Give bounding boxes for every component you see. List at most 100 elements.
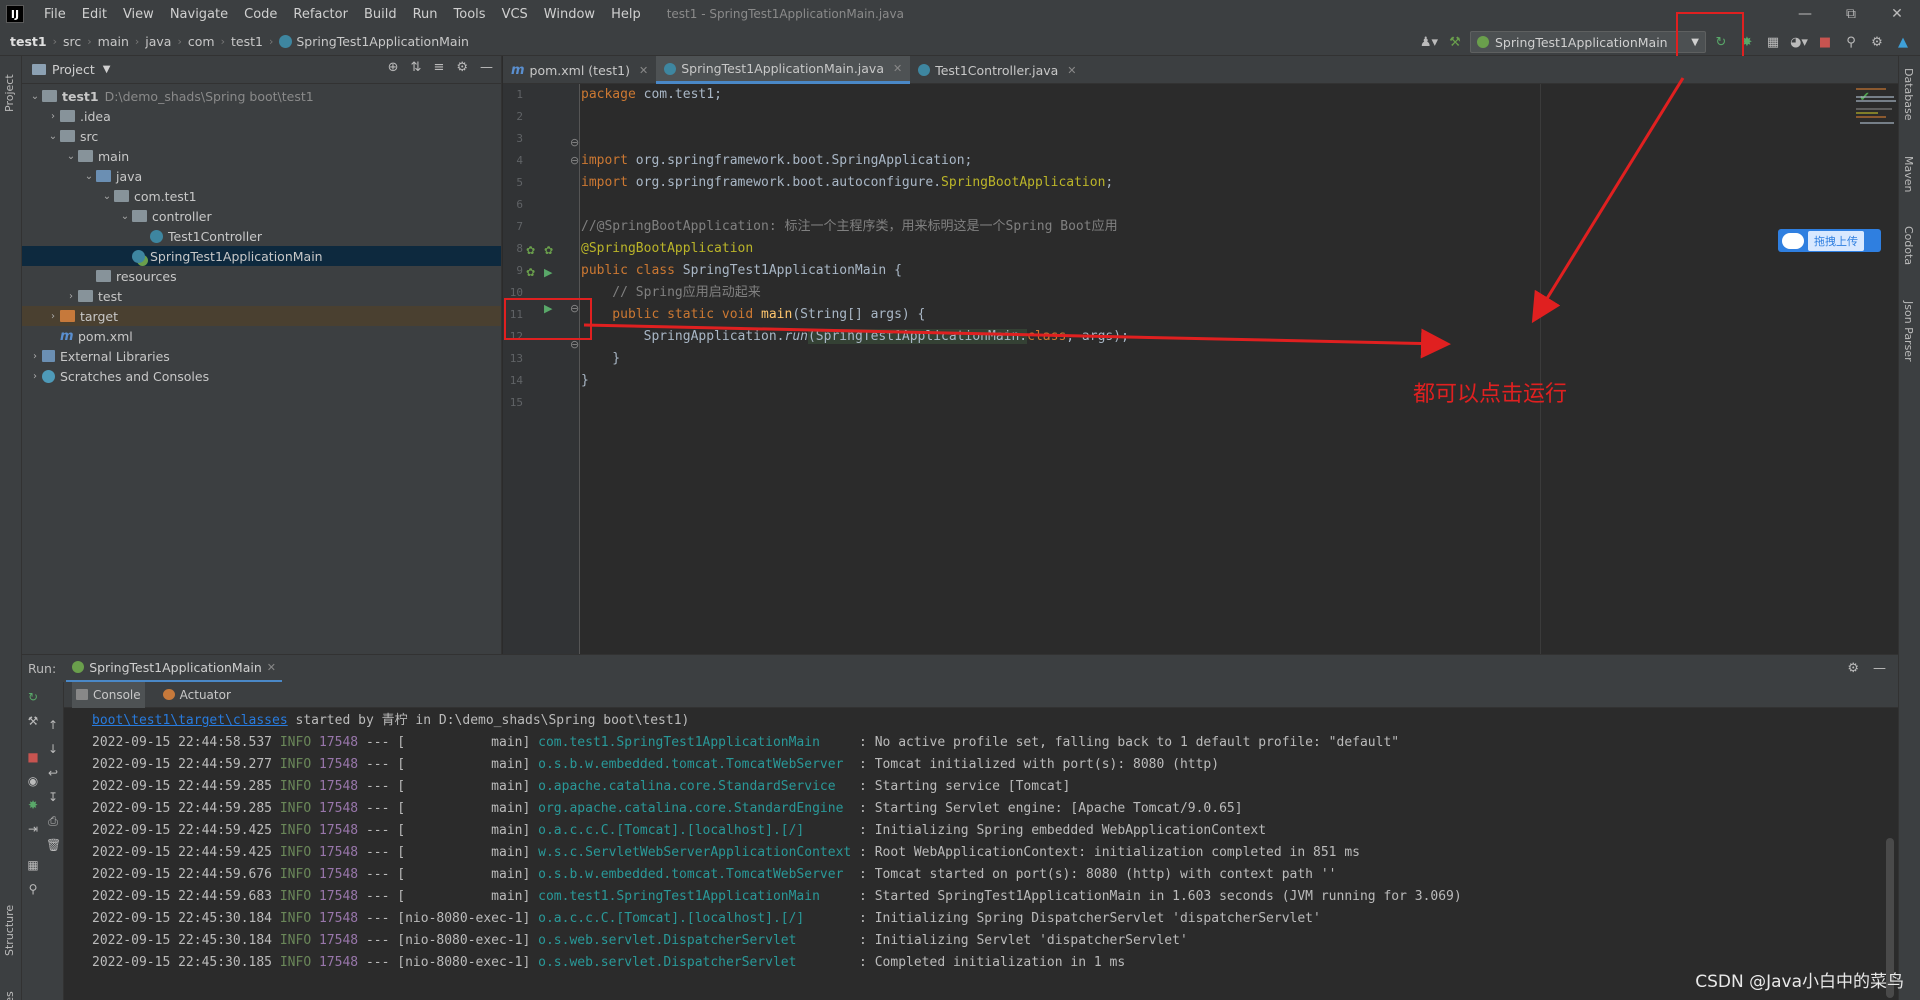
- run-class-icon[interactable]: ▶: [544, 266, 552, 279]
- menu-navigate[interactable]: Navigate: [162, 7, 236, 22]
- wrench-icon[interactable]: ⚒: [26, 714, 40, 728]
- tree-item[interactable]: m pom.xml: [22, 326, 501, 346]
- profile-icon[interactable]: ◕▾: [1788, 31, 1810, 53]
- debug-bug-icon[interactable]: ✸: [26, 798, 40, 812]
- spring-config-icon[interactable]: ✿: [526, 266, 535, 279]
- coverage-icon[interactable]: ▦: [1762, 31, 1784, 53]
- close-icon[interactable]: ✕: [267, 661, 276, 674]
- minimize-icon[interactable]: —: [1782, 0, 1828, 28]
- breadcrumb-item[interactable]: test1: [231, 34, 263, 49]
- camera-icon[interactable]: ◉: [26, 774, 40, 788]
- tab-test1-controller[interactable]: Test1Controller.java ✕: [910, 56, 1084, 84]
- restore-icon[interactable]: ⧉: [1828, 0, 1874, 28]
- tab-spring-main[interactable]: SpringTest1ApplicationMain.java ✕: [656, 56, 911, 84]
- rerun-icon[interactable]: ↻: [26, 690, 40, 704]
- expand-all-icon[interactable]: ⇅: [411, 60, 422, 75]
- stop-icon[interactable]: ■: [26, 750, 40, 764]
- hide-icon[interactable]: —: [480, 60, 493, 75]
- tree-item[interactable]: › target: [22, 306, 501, 326]
- tree-item[interactable]: › Scratches and Consoles: [22, 366, 501, 386]
- breadcrumb-item[interactable]: com: [188, 34, 215, 49]
- locate-icon[interactable]: ⊕: [388, 60, 399, 75]
- chevron-down-icon[interactable]: ⌄: [100, 191, 114, 202]
- tree-item[interactable]: Test1Controller: [22, 226, 501, 246]
- menu-view[interactable]: View: [115, 7, 162, 22]
- breadcrumb-item[interactable]: test1: [10, 34, 47, 49]
- fold-icon[interactable]: ⊖: [570, 136, 579, 149]
- console-output[interactable]: boot\test1\target\classes started by 青柠 …: [64, 708, 1898, 1000]
- chevron-down-icon[interactable]: ▼: [103, 64, 111, 75]
- gear-icon[interactable]: ⚙: [1847, 661, 1859, 676]
- chevron-right-icon[interactable]: ›: [28, 351, 42, 362]
- pin-icon[interactable]: ⚲: [26, 882, 40, 896]
- chevron-right-icon[interactable]: ›: [28, 371, 42, 382]
- tree-item[interactable]: ⌄ controller: [22, 206, 501, 226]
- project-panel-title[interactable]: Project: [52, 62, 95, 77]
- menu-tools[interactable]: Tools: [446, 7, 494, 22]
- chevron-right-icon[interactable]: ›: [64, 291, 78, 302]
- search-icon[interactable]: ⚲: [1840, 31, 1862, 53]
- menu-window[interactable]: Window: [536, 7, 603, 22]
- breadcrumb-item[interactable]: java: [145, 34, 171, 49]
- code-area[interactable]: package com.test1; import org.springfram…: [581, 84, 1881, 654]
- run-configuration-select[interactable]: SpringTest1ApplicationMain ▼: [1470, 31, 1706, 53]
- chevron-down-icon[interactable]: ⌄: [28, 91, 42, 102]
- spring-bean-icon[interactable]: ✿: [526, 244, 535, 257]
- build-hammer-icon[interactable]: ⚒: [1444, 31, 1466, 53]
- maven-tool-tab[interactable]: Maven: [1902, 156, 1915, 192]
- tab-actuator[interactable]: Actuator: [159, 682, 235, 708]
- code-editor[interactable]: 1 2 3 4 5 6 7 8 9 10 11 12 13 14 15 ✿ ✿ ✿ ▶ ▶ ⊖ ⊖ ⊖ ⊖ …: [503, 84, 1898, 654]
- menu-run[interactable]: Run: [405, 7, 446, 22]
- soft-wrap-icon[interactable]: ↩: [46, 766, 60, 780]
- gear-icon[interactable]: ⚙: [1866, 31, 1888, 53]
- tree-item[interactable]: ⌄ main: [22, 146, 501, 166]
- database-tool-tab[interactable]: Database: [1902, 68, 1915, 121]
- tree-item[interactable]: ⌄ com.test1: [22, 186, 501, 206]
- close-icon[interactable]: ✕: [1067, 64, 1076, 77]
- breadcrumb-item[interactable]: SpringTest1ApplicationMain: [296, 34, 469, 49]
- trash-icon[interactable]: 🗑: [46, 838, 61, 852]
- plugin-icon[interactable]: ▲: [1892, 31, 1914, 53]
- classpath-link[interactable]: boot\test1\target\classes: [92, 713, 288, 728]
- tree-item[interactable]: › test: [22, 286, 501, 306]
- tab-console[interactable]: Console: [72, 681, 145, 708]
- menu-refactor[interactable]: Refactor: [285, 7, 356, 22]
- tree-item[interactable]: › .idea: [22, 106, 501, 126]
- tree-item[interactable]: ⌄ java: [22, 166, 501, 186]
- chevron-down-icon[interactable]: ⌄: [118, 211, 132, 222]
- menu-file[interactable]: File: [36, 7, 74, 22]
- close-icon[interactable]: ✕: [893, 62, 902, 75]
- print-icon[interactable]: ⎙: [46, 814, 60, 828]
- run-tab-spring-main[interactable]: SpringTest1ApplicationMain ✕: [66, 655, 282, 683]
- menu-vcs[interactable]: VCS: [494, 7, 536, 22]
- structure-tool-tab[interactable]: Structure: [3, 905, 16, 956]
- hide-icon[interactable]: —: [1873, 661, 1886, 676]
- layout-icon[interactable]: ▦: [26, 858, 40, 872]
- gear-icon[interactable]: ⚙: [456, 60, 468, 75]
- baidu-upload-widget[interactable]: 拖拽上传: [1778, 229, 1881, 252]
- breadcrumb-item[interactable]: src: [63, 34, 81, 49]
- chevron-right-icon[interactable]: ›: [46, 311, 60, 322]
- project-tool-tab[interactable]: Project: [3, 74, 16, 112]
- scroll-to-end-icon[interactable]: ↧: [46, 790, 60, 804]
- json-parser-tool-tab[interactable]: Json Parser: [1902, 301, 1915, 362]
- chevron-down-icon[interactable]: ⌄: [82, 171, 96, 182]
- codota-tool-tab[interactable]: Codota: [1902, 226, 1915, 265]
- close-icon[interactable]: ✕: [639, 64, 648, 77]
- fold-icon[interactable]: ⊖: [570, 154, 579, 167]
- menu-code[interactable]: Code: [236, 7, 285, 22]
- tree-item[interactable]: › External Libraries: [22, 346, 501, 366]
- chevron-right-icon[interactable]: ›: [46, 111, 60, 122]
- arrow-up-icon[interactable]: ↑: [46, 718, 60, 732]
- arrow-down-icon[interactable]: ↓: [46, 742, 60, 756]
- favorites-tool-tab[interactable]: Favorites: [3, 991, 16, 1000]
- spring-bean-icon[interactable]: ✿: [544, 244, 553, 257]
- tree-item[interactable]: SpringTest1ApplicationMain: [22, 246, 501, 266]
- stop-icon[interactable]: ■: [1814, 31, 1836, 53]
- tree-item[interactable]: resources: [22, 266, 501, 286]
- tree-item[interactable]: ⌄ test1 D:\demo_shads\Spring boot\test1: [22, 86, 501, 106]
- user-icon[interactable]: ♟▾: [1418, 31, 1440, 53]
- collapse-all-icon[interactable]: ≡: [433, 60, 444, 75]
- chevron-down-icon[interactable]: ⌄: [64, 151, 78, 162]
- tree-item[interactable]: ⌄ src: [22, 126, 501, 146]
